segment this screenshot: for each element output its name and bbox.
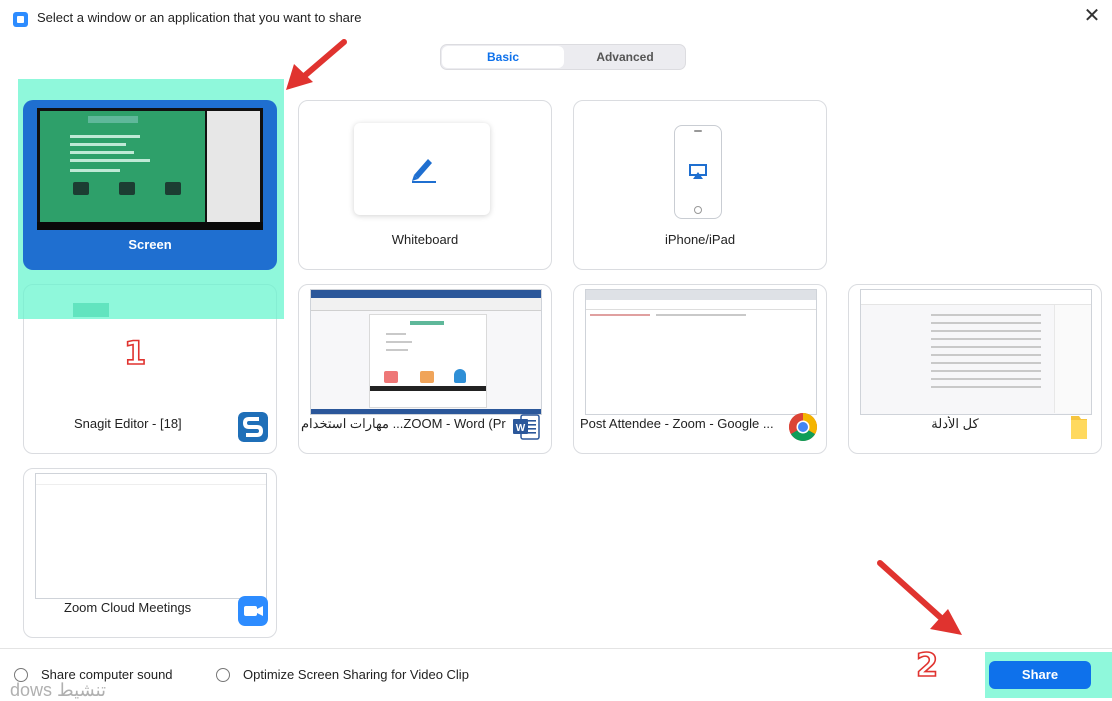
share-option-zoom[interactable]: Zoom Cloud Meetings	[23, 468, 277, 638]
share-option-word[interactable]: ZOOM - Word (Pr... مهارات استخدام W	[298, 284, 552, 454]
window-thumbnail	[860, 289, 1092, 415]
card-label: Screen	[128, 237, 172, 252]
title-bar: Select a window or an application that y…	[0, 0, 1112, 36]
tab-basic[interactable]: Basic	[442, 46, 564, 68]
window-thumbnail	[310, 289, 542, 415]
card-label: Snagit Editor - [18]	[74, 416, 182, 431]
window-title: Select a window or an application that y…	[37, 10, 362, 25]
card-label: ZOOM - Word (Pr... مهارات استخدام	[301, 416, 506, 431]
airplay-icon	[689, 164, 707, 179]
share-button[interactable]: Share	[989, 661, 1091, 689]
annotation-arrow-1	[286, 39, 347, 90]
svg-text:W: W	[516, 423, 526, 434]
thumbnail-side-panel	[207, 111, 260, 223]
folder-icon	[1071, 416, 1087, 439]
close-icon[interactable]: ✕	[1082, 6, 1102, 26]
screen-thumbnail	[37, 108, 263, 230]
snagit-icon	[238, 412, 268, 442]
thumbnail-taskbar	[37, 222, 263, 230]
annotation-step-1: 1	[123, 333, 147, 373]
card-label: كل الأدلة	[931, 416, 979, 431]
share-mode-tabs: Basic Advanced	[440, 44, 686, 70]
optimize-video-label: Optimize Screen Sharing for Video Clip	[243, 667, 469, 682]
card-label: Post Attendee - Zoom - Google ...	[580, 416, 774, 431]
card-label: Zoom Cloud Meetings	[64, 600, 192, 615]
card-label: iPhone/iPad	[664, 232, 736, 247]
whiteboard-preview	[354, 123, 490, 215]
zoom-camera-icon	[238, 596, 268, 626]
word-icon: W	[513, 414, 540, 440]
phone-preview	[674, 125, 722, 219]
card-label: Whiteboard	[391, 232, 459, 247]
share-option-iphone-ipad[interactable]: iPhone/iPad	[573, 100, 827, 270]
window-thumbnail	[585, 289, 817, 415]
share-option-whiteboard[interactable]: Whiteboard	[298, 100, 552, 270]
window-thumbnail	[35, 473, 267, 599]
chrome-icon	[789, 413, 817, 441]
share-option-screen[interactable]: Screen	[23, 100, 277, 270]
optimize-video-checkbox[interactable]	[216, 668, 230, 682]
tab-advanced[interactable]: Advanced	[565, 46, 685, 68]
annotation-step-2: 2	[915, 645, 939, 685]
annotation-arrow-2	[877, 560, 962, 635]
thumbnail-window	[40, 111, 205, 223]
share-option-explorer[interactable]: كل الأدلة	[848, 284, 1102, 454]
zoom-app-icon	[13, 12, 28, 27]
pen-icon	[412, 159, 436, 183]
share-option-chrome[interactable]: Post Attendee - Zoom - Google ...	[573, 284, 827, 454]
